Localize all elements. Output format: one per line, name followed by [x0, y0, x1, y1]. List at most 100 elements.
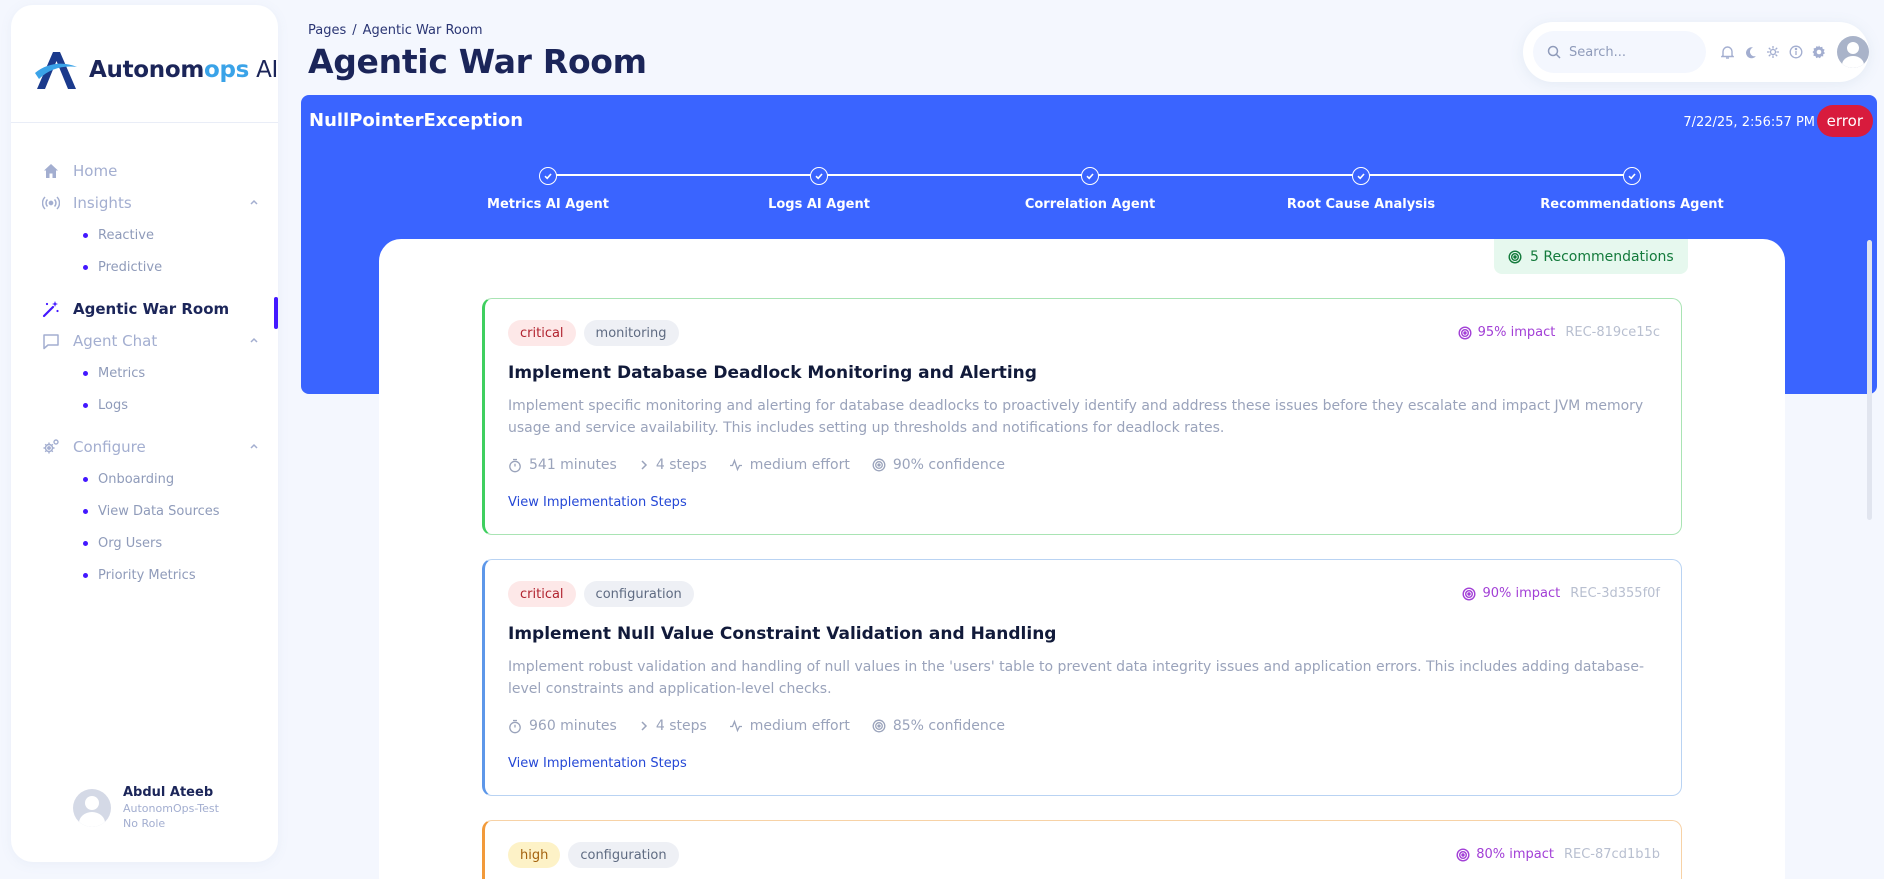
broadcast-icon	[41, 193, 61, 213]
network-icon[interactable]	[1766, 45, 1780, 59]
chevron-right-icon	[641, 460, 647, 470]
impact-value: 95% impact	[1477, 325, 1556, 340]
sidebar-subitem-label: Metrics	[98, 365, 146, 381]
chat-icon	[41, 331, 61, 351]
duration-value: 541 minutes	[529, 457, 617, 473]
severity-badge: critical	[508, 581, 576, 607]
brand-divider	[11, 122, 278, 123]
recommendation-id: REC-87cd1b1b	[1563, 847, 1660, 862]
sidebar-item-agentic-war-room[interactable]: Agentic War Room	[41, 293, 261, 325]
step-label: Correlation Agent	[1024, 197, 1156, 212]
chevron-up-icon[interactable]	[247, 439, 261, 453]
sidebar-nav: Home Insights Reactive Predictive Agenti…	[41, 155, 261, 591]
chevron-up-icon[interactable]	[247, 333, 261, 347]
effort-value: medium effort	[749, 718, 850, 734]
view-implementation-steps-link[interactable]: View Implementation Steps	[508, 756, 687, 771]
sidebar-subitem-label: Logs	[98, 397, 128, 413]
sidebar-subitem-metrics[interactable]: Metrics	[41, 357, 261, 389]
recommendation-title: Implement Null Value Constraint Validati…	[508, 624, 1057, 644]
steps-metric: 4 steps	[639, 457, 707, 473]
pipeline-step-metrics-agent[interactable]: Metrics AI Agent	[448, 167, 648, 212]
sidebar-item-label: Agentic War Room	[73, 300, 230, 318]
status-badge: error	[1816, 105, 1873, 137]
sidebar-subitem-onboarding[interactable]: Onboarding	[41, 463, 261, 495]
duration-value: 960 minutes	[529, 718, 617, 734]
steps-value: 4 steps	[655, 718, 707, 734]
bullet-dot	[83, 540, 88, 546]
recommendation-id: REC-3d355f0f	[1570, 586, 1660, 601]
pipeline-step-logs-agent[interactable]: Logs AI Agent	[719, 167, 919, 212]
sidebar-subitem-predictive[interactable]: Predictive	[41, 251, 261, 283]
recommendation-id: REC-819ce15c	[1565, 325, 1660, 340]
confidence-value: 85% confidence	[892, 718, 1006, 734]
check-icon	[1623, 167, 1641, 185]
moon-icon[interactable]	[1743, 45, 1757, 59]
header-toolbar	[1523, 22, 1869, 82]
incident-title: NullPointerException	[309, 110, 524, 131]
duration-metric: 960 minutes	[508, 718, 617, 734]
scrollbar[interactable]	[1867, 240, 1872, 520]
chevron-up-icon[interactable]	[247, 195, 261, 209]
gears-icon	[41, 437, 61, 457]
gear-icon[interactable]	[1812, 45, 1826, 59]
user-org: AutonomOps-Test	[123, 802, 219, 815]
target-icon	[872, 719, 886, 733]
user-profile[interactable]: Abdul Ateeb AutonomOps-Test No Role	[73, 785, 219, 830]
breadcrumb-current: Agentic War Room	[362, 23, 483, 38]
recommendation-card[interactable]: critical monitoring 95% impact REC-819ce…	[482, 298, 1682, 535]
sidebar-item-configure[interactable]: Configure	[41, 431, 261, 463]
sidebar-item-label: Home	[73, 162, 118, 180]
info-icon[interactable]	[1789, 45, 1803, 59]
bullet-dot	[83, 370, 88, 376]
magic-wand-icon	[41, 299, 61, 319]
confidence-value: 90% confidence	[892, 457, 1006, 473]
sidebar-subitem-org-users[interactable]: Org Users	[41, 527, 261, 559]
step-label: Recommendations Agent	[1540, 197, 1724, 212]
search-box[interactable]	[1533, 31, 1706, 73]
recommendations-count: 5 Recommendations	[1530, 248, 1674, 265]
search-input[interactable]	[1569, 44, 1699, 60]
breadcrumb-root[interactable]: Pages	[308, 23, 346, 38]
sidebar-item-label: Configure	[73, 438, 146, 456]
severity-badge: high	[508, 842, 561, 868]
check-icon	[1081, 167, 1099, 185]
active-indicator	[274, 297, 278, 329]
sidebar-subitem-label: Org Users	[98, 535, 163, 551]
sidebar-subitem-view-data-sources[interactable]: View Data Sources	[41, 495, 261, 527]
impact-value: 90% impact	[1482, 586, 1561, 601]
recommendation-card[interactable]: critical configuration 90% impact REC-3d…	[482, 559, 1682, 796]
impact-value: 80% impact	[1476, 847, 1554, 862]
steps-value: 4 steps	[655, 457, 707, 473]
sidebar-item-agent-chat[interactable]: Agent Chat	[41, 325, 261, 357]
sidebar-subitem-label: Predictive	[98, 259, 163, 275]
sidebar-subitem-label: Onboarding	[98, 471, 175, 487]
search-icon	[1547, 45, 1561, 59]
bell-icon[interactable]	[1720, 45, 1734, 59]
step-label: Metrics AI Agent	[487, 197, 609, 212]
pipeline-step-recommendations-agent[interactable]: Recommendations Agent	[1532, 167, 1732, 212]
category-badge: configuration	[568, 842, 679, 868]
breadcrumb: Pages / Agentic War Room	[308, 23, 483, 38]
page-title: Agentic War Room	[308, 42, 647, 81]
sidebar-subitem-logs[interactable]: Logs	[41, 389, 261, 421]
sidebar-subitem-reactive[interactable]: Reactive	[41, 219, 261, 251]
view-implementation-steps-link[interactable]: View Implementation Steps	[508, 495, 687, 510]
sidebar-subitem-priority-metrics[interactable]: Priority Metrics	[41, 559, 261, 591]
effort-metric: medium effort	[729, 718, 850, 734]
brand[interactable]: Autonomops AI	[33, 49, 278, 91]
target-icon	[1458, 325, 1472, 340]
sidebar-item-home[interactable]: Home	[41, 155, 261, 187]
effort-value: medium effort	[749, 457, 850, 473]
recommendation-card[interactable]: high configuration 80% impact REC-87cd1b…	[482, 820, 1682, 879]
sidebar-item-insights[interactable]: Insights	[41, 187, 261, 219]
severity-badge: critical	[508, 320, 576, 346]
recommendation-description: Implement specific monitoring and alerti…	[508, 398, 1644, 436]
sidebar-item-label: Insights	[73, 194, 132, 212]
pipeline-step-correlation-agent[interactable]: Correlation Agent	[990, 167, 1190, 212]
agent-pipeline: Metrics AI Agent Logs AI Agent Correlati…	[487, 167, 1724, 212]
pipeline-step-root-cause[interactable]: Root Cause Analysis	[1261, 167, 1461, 212]
step-label: Logs AI Agent	[768, 197, 870, 212]
profile-avatar[interactable]	[1837, 36, 1869, 68]
breadcrumb-separator: /	[352, 23, 357, 38]
recommendations-count-badge: 5 Recommendations	[1494, 239, 1688, 274]
